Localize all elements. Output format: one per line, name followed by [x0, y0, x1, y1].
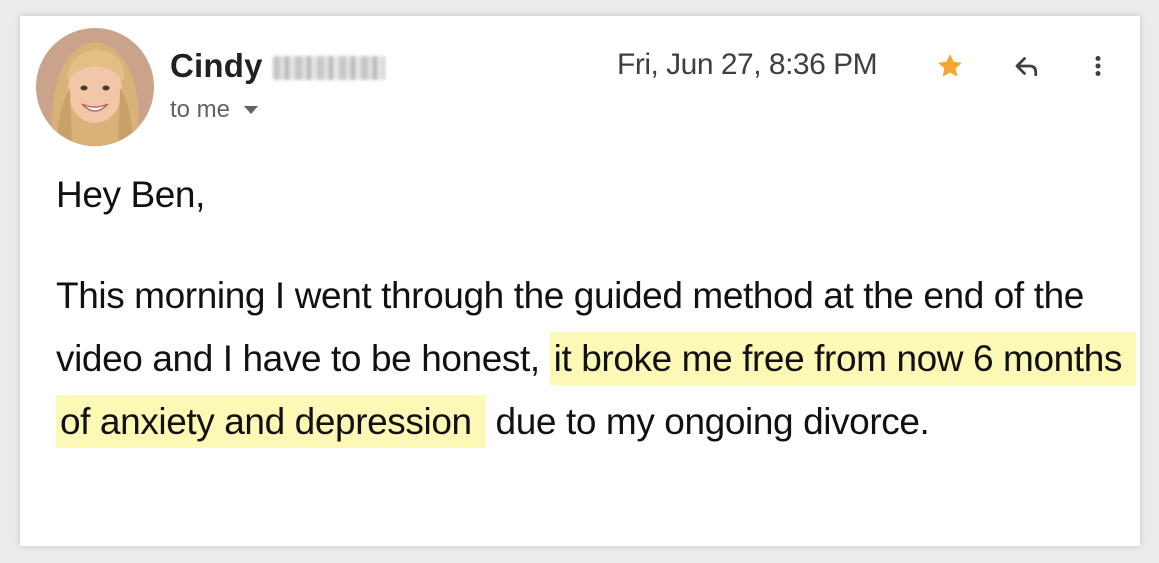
sender-avatar[interactable] — [36, 28, 154, 146]
recipient-label: to me — [170, 96, 231, 123]
chevron-down-icon[interactable] — [244, 106, 259, 114]
paragraph-text-end: due to my ongoing divorce. — [485, 401, 930, 442]
recipient-details-toggle[interactable]: to me — [170, 96, 259, 124]
email-paragraph: This morning I went through the guided m… — [56, 264, 1136, 453]
email-greeting: Hey Ben, — [56, 174, 205, 215]
avatar-photo — [36, 28, 154, 146]
reply-button[interactable] — [1009, 48, 1045, 84]
star-icon — [938, 54, 962, 77]
email-card: Cindy to me Fri, Jun 27, 8:36 PM Hey Ben… — [20, 16, 1140, 546]
email-date: Fri, Jun 27, 8:36 PM — [617, 48, 878, 81]
email-body: Hey Ben, This morning I went through the… — [56, 164, 1136, 453]
reply-icon — [1015, 57, 1038, 77]
sender-last-name-redacted — [272, 56, 385, 80]
more-vert-icon — [1095, 56, 1101, 76]
more-options-button[interactable] — [1080, 48, 1116, 84]
sender-name[interactable]: Cindy — [170, 47, 263, 85]
sender-line: Cindy — [170, 46, 385, 86]
star-button[interactable] — [932, 48, 968, 84]
